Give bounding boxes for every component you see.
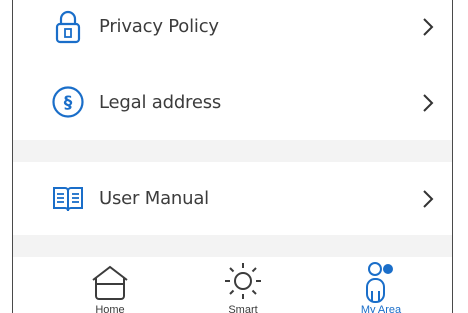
menu-item-label: Legal address: [99, 92, 222, 113]
section-separator: [13, 235, 452, 257]
chevron-right-icon: [421, 16, 435, 38]
menu-item-label: Privacy Policy: [99, 16, 219, 37]
menu-item-label: User Manual: [99, 188, 209, 209]
tab-label: Home: [95, 304, 125, 313]
home-icon: [90, 261, 130, 305]
sun-icon: [223, 261, 263, 305]
section-sign-icon: §: [51, 85, 85, 119]
user-icon: [361, 261, 401, 307]
frame-right-edge: [452, 0, 453, 313]
svg-text:§: §: [64, 93, 73, 113]
menu-item-legal-address[interactable]: § Legal address: [13, 75, 452, 131]
menu-item-privacy-policy[interactable]: Privacy Policy: [13, 0, 452, 60]
my-area-screen: Privacy Policy § Legal address User Manu…: [13, 0, 452, 313]
lock-icon: [51, 10, 85, 44]
section-separator: [13, 140, 452, 162]
tab-smart[interactable]: Smart: [193, 257, 293, 313]
chevron-right-icon: [421, 92, 435, 114]
tab-home[interactable]: Home: [60, 257, 160, 313]
book-icon: [51, 182, 85, 216]
chevron-right-icon: [421, 188, 435, 210]
menu-item-user-manual[interactable]: User Manual: [13, 170, 452, 228]
tab-label: My Area: [360, 304, 402, 313]
bottom-tab-bar: Home Smart My Area: [13, 257, 452, 313]
tab-my-area[interactable]: My Area: [331, 257, 431, 313]
tab-label: Smart: [228, 304, 258, 313]
